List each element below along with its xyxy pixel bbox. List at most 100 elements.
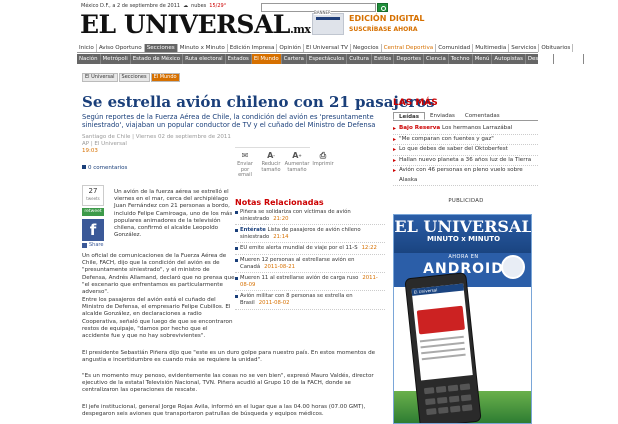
banner-brand: BANNER (314, 10, 331, 15)
tool-label: Aumentar tamaño (284, 161, 310, 173)
nav-item-comunidad[interactable]: Comunidad (436, 44, 474, 52)
weather-label: nubes (191, 3, 207, 9)
tab-enviadas[interactable]: Enviadas (425, 112, 460, 120)
popular-text: Hallan nuevo planeta a 36 años luz de la… (399, 156, 532, 163)
section-item-sociedad[interactable]: Sociedad (554, 54, 584, 64)
breadcrumb-el-mundo[interactable]: El Mundo (150, 73, 180, 82)
section-item-ruta-electoral[interactable]: Ruta electoral (183, 54, 226, 64)
tweet-count: 27 (88, 187, 98, 195)
section-item-estilos[interactable]: Estilos (372, 54, 395, 64)
note-text: EU emite alerta mundial de viaje por el … (240, 245, 358, 252)
nav-item-universal-tv[interactable]: El Universal TV (304, 44, 351, 52)
breadcrumb: El Universal Secciones El Mundo (82, 73, 180, 82)
logo-suffix: .mx (289, 23, 311, 36)
tool-label: Imprimir (312, 161, 334, 167)
popular-item[interactable]: ▸ "Me comparan con fuentes y gaz" (393, 135, 538, 145)
section-item-autopistas[interactable]: Autopistas (492, 54, 526, 64)
section-item-metropoli[interactable]: Metrópoli (101, 54, 131, 64)
text-larger-button[interactable]: A + Aumentar tamaño (284, 149, 310, 179)
nav-item-obituarios[interactable]: Obituarios (539, 44, 574, 52)
tab-leidas[interactable]: Leídas (393, 112, 426, 120)
popular-item[interactable]: ▸ Hallan nuevo planeta a 36 años luz de l… (393, 156, 538, 166)
section-item-estado-de-mexico[interactable]: Estado de México (131, 54, 184, 64)
edicion-title: EDICIÓN DIGITAL (349, 14, 425, 23)
tab-comentadas[interactable]: Comentadas (460, 112, 505, 120)
site-logo[interactable]: EL UNIVERSAL.mx (80, 11, 311, 44)
section-item-cartera[interactable]: Cartera (282, 54, 307, 64)
related-note-item[interactable]: Mueren 12 personas al estrellarse avión … (235, 256, 385, 274)
nav-item-negocios[interactable]: Negocios (351, 44, 382, 52)
popular-item[interactable]: ▸ Avión con 46 personas en pleno vuelo so… (393, 166, 538, 186)
page: México D.F., a 2 de septiembre de 2011 ☁… (77, 0, 584, 424)
most-popular-title: LAS MÁS (393, 98, 438, 108)
article-source: AP | El Universal (82, 141, 127, 147)
bullet-icon (235, 247, 238, 251)
share-label: Share (89, 242, 104, 248)
related-note-item[interactable]: Piñera se solidariza con víctimas de avi… (235, 208, 385, 226)
related-note-item[interactable]: Entérate Lista de pasajeros de avión chi… (235, 226, 385, 244)
article-paragraph: Un oficial de comunicaciones de la Fuerz… (82, 253, 235, 296)
social-share: 27 tweets retweet f Share (82, 185, 107, 248)
nav-item-aviso-oportuno[interactable]: Aviso Oportuno (97, 44, 145, 52)
note-date: 21:14 (273, 233, 289, 240)
nav-item-servicios[interactable]: Servicios (509, 44, 540, 52)
related-note-item[interactable]: Mueren 11 al estrellarse avión de carga … (235, 274, 385, 292)
article-time: 19:03 (82, 148, 98, 154)
section-item-menu[interactable]: Menú (473, 54, 493, 64)
section-item-destinos[interactable]: Destinos (526, 54, 555, 64)
android-robot-icon (501, 255, 525, 279)
text-line (419, 335, 464, 343)
nav-item-opinion[interactable]: Opinión (277, 44, 304, 52)
ad-title: EL UNIVERSAL (394, 217, 532, 236)
section-item-cultura[interactable]: Cultura (347, 54, 372, 64)
related-note-item[interactable]: EU emite alerta mundial de viaje por el … (235, 244, 385, 255)
note-date: 12:22 (361, 245, 377, 252)
article-summary: Según reportes de la Fuerza Aérea de Chi… (82, 113, 376, 129)
popular-lead: Bajo Reserva (399, 125, 441, 131)
comments-link[interactable]: 0 comentarios (82, 165, 127, 171)
facebook-icon[interactable]: f (82, 219, 104, 241)
nav-item-inicio[interactable]: Inicio (77, 44, 97, 52)
section-item-el-mundo[interactable]: El Mundo (251, 54, 282, 64)
related-note-item[interactable]: Avión militar con 8 personas se estrella… (235, 292, 385, 310)
note-date: 2011-08-21 (264, 263, 295, 270)
article-paragraph: Entre los pasajeros del avión está el cu… (82, 297, 233, 340)
arrow-right-icon: ▸ (393, 156, 397, 164)
arrow-right-icon: ▸ (393, 135, 397, 143)
section-item-techno[interactable]: Techno (449, 54, 473, 64)
article-paragraph: Un avión de la fuerza aérea se estrelló … (114, 189, 233, 239)
tweet-counter[interactable]: 27 tweets (82, 185, 104, 206)
bullet-icon (235, 277, 238, 281)
tweet-count-label: tweets (86, 196, 100, 201)
edicion-subscribe-link[interactable]: SUSCRÍBASE AHORA (349, 26, 418, 33)
nav-item-secciones[interactable]: Secciones (144, 44, 178, 52)
section-item-nacion[interactable]: Nación (77, 54, 101, 64)
note-date: 2011-08-02 (258, 299, 290, 306)
edicion-digital-banner[interactable]: BANNER EDICIÓN DIGITAL SUSCRÍBASE AHORA (312, 10, 439, 36)
note-lead: Entérate (240, 227, 266, 234)
popular-item[interactable]: ▸ Lo que debes de saber del Oktoberfest (393, 145, 538, 156)
bullet-icon (235, 258, 238, 262)
section-item-estados[interactable]: Estados (226, 54, 252, 64)
section-item-ciencia[interactable]: Ciencia (424, 54, 449, 64)
popular-text: "Me comparan con fuentes y gaz" (399, 135, 494, 142)
ad-subtitle: MINUTO x MINUTO (426, 235, 501, 243)
note-text: Avión militar con 8 personas se estrella… (240, 293, 353, 306)
retweet-button[interactable]: retweet (82, 208, 104, 216)
section-item-deportes[interactable]: Deportes (394, 54, 425, 64)
nav-item-multimedia[interactable]: Multimedia (473, 44, 510, 52)
text-smaller-button[interactable]: A- Reducir tamaño (261, 149, 281, 179)
android-app-ad[interactable]: EL UNIVERSAL MINUTO x MINUTO AHORA EN AN… (393, 214, 532, 424)
breadcrumb-secciones[interactable]: Secciones (118, 73, 150, 82)
nav-item-edicion-impresa[interactable]: Edición Impresa (228, 44, 278, 52)
section-item-espectaculos[interactable]: Espectáculos (307, 54, 348, 64)
send-email-button[interactable]: ✉ Enviar por email (235, 149, 255, 179)
city-date: México D.F., a 2 de septiembre de 2011 (81, 3, 181, 9)
nav-item-central-deportiva[interactable]: Central Deportiva (382, 44, 437, 52)
text-line (421, 353, 466, 361)
popular-item[interactable]: ▸ Bajo Reserva Los hermanos Larrazábal (393, 124, 538, 135)
breadcrumb-el-universal[interactable]: El Universal (82, 73, 118, 82)
print-button[interactable]: ⎙ Imprimir (312, 149, 334, 179)
nav-item-minuto-x-minuto[interactable]: Minuto x Minuto (178, 44, 228, 52)
facebook-share-button[interactable]: Share (82, 242, 107, 248)
